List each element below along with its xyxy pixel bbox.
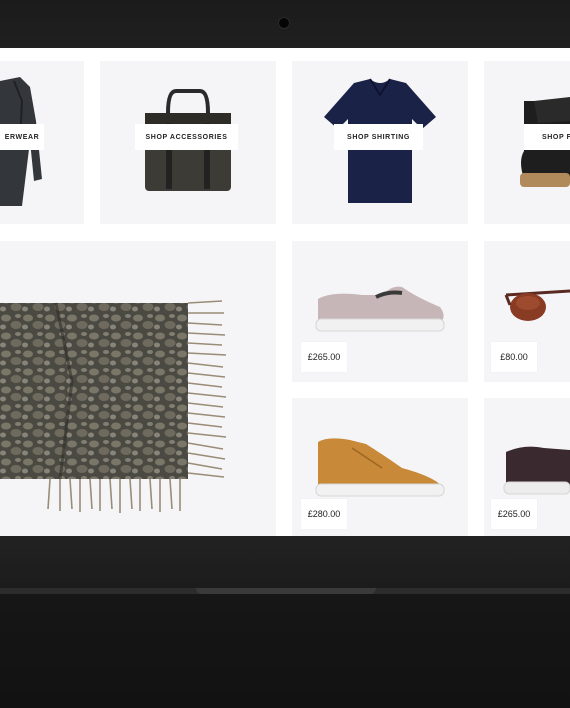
price-tag: £265.00 <box>491 499 537 529</box>
product-tile[interactable]: £80.00 <box>484 241 570 382</box>
laptop-base <box>0 594 570 708</box>
laptop-screen: ERWEAR SHOP ACCESSORIES SHOP SHIRTING SH… <box>0 48 570 536</box>
category-label[interactable]: SHOP ACCESSORIES <box>135 124 238 150</box>
product-tile[interactable]: £265.00 <box>484 398 570 536</box>
category-tile-footwear[interactable]: SHOP FO <box>484 61 570 224</box>
scarf-image <box>0 300 227 513</box>
category-label[interactable]: ERWEAR <box>0 124 44 150</box>
webcam-icon <box>279 18 289 28</box>
laptop-top-bezel <box>0 0 570 48</box>
price-tag: £280.00 <box>301 499 347 529</box>
category-tile-accessories[interactable]: SHOP ACCESSORIES <box>100 61 276 224</box>
category-tile-outerwear[interactable]: ERWEAR <box>0 61 84 224</box>
scarf-feature-tile[interactable] <box>0 241 276 536</box>
laptop-bottom-bezel <box>0 536 570 588</box>
price-tag: £80.00 <box>491 342 537 372</box>
category-tile-shirting[interactable]: SHOP SHIRTING <box>292 61 468 224</box>
category-label[interactable]: SHOP FO <box>524 124 570 150</box>
category-label[interactable]: SHOP SHIRTING <box>334 124 423 150</box>
product-tile[interactable]: £265.00 <box>292 241 468 382</box>
price-tag: £265.00 <box>301 342 347 372</box>
product-tile[interactable]: £280.00 <box>292 398 468 536</box>
